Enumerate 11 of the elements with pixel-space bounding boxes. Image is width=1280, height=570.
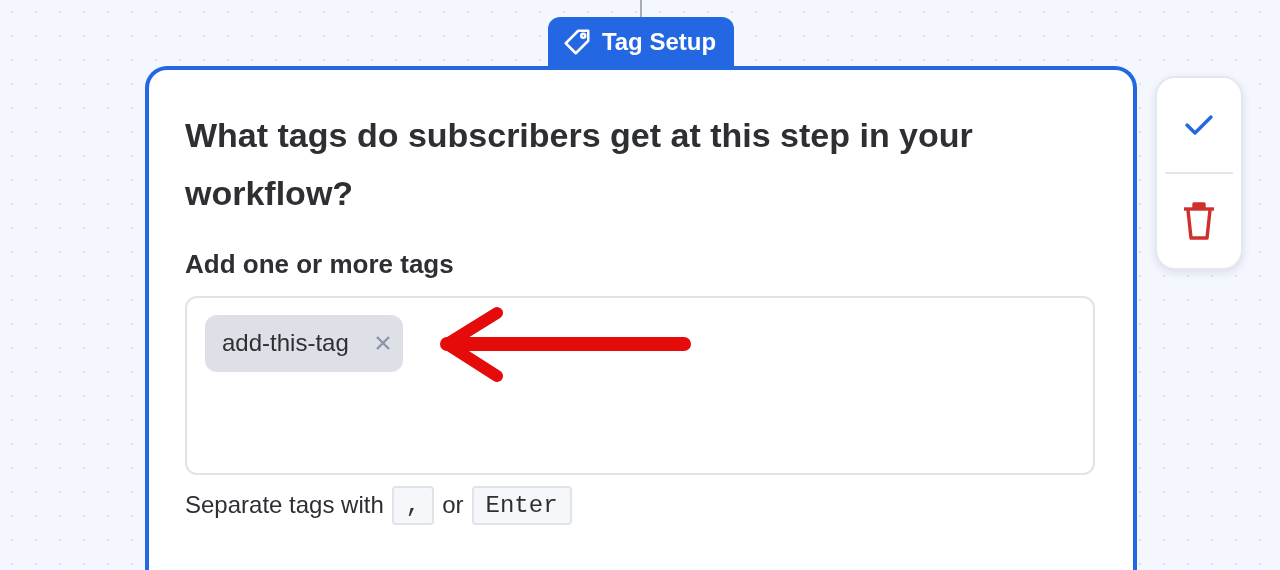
- question-heading: What tags do subscribers get at this step in your workflow?: [185, 114, 974, 214]
- trash-icon[interactable]: [1182, 201, 1216, 241]
- tag-chip[interactable]: add-this-tag: [205, 314, 403, 372]
- hint-text: or: [442, 491, 464, 520]
- field-label: Add one or more tags: [185, 247, 455, 281]
- tags-input-field[interactable]: add-this-tag: [185, 295, 1095, 475]
- key-label: ,: [391, 485, 435, 525]
- hint-text: Separate tags with: [185, 491, 384, 520]
- checkmark-icon[interactable]: [1184, 114, 1214, 136]
- tag-setup-tab[interactable]: Tag Setup: [547, 17, 735, 66]
- key-label: Enter: [471, 485, 572, 525]
